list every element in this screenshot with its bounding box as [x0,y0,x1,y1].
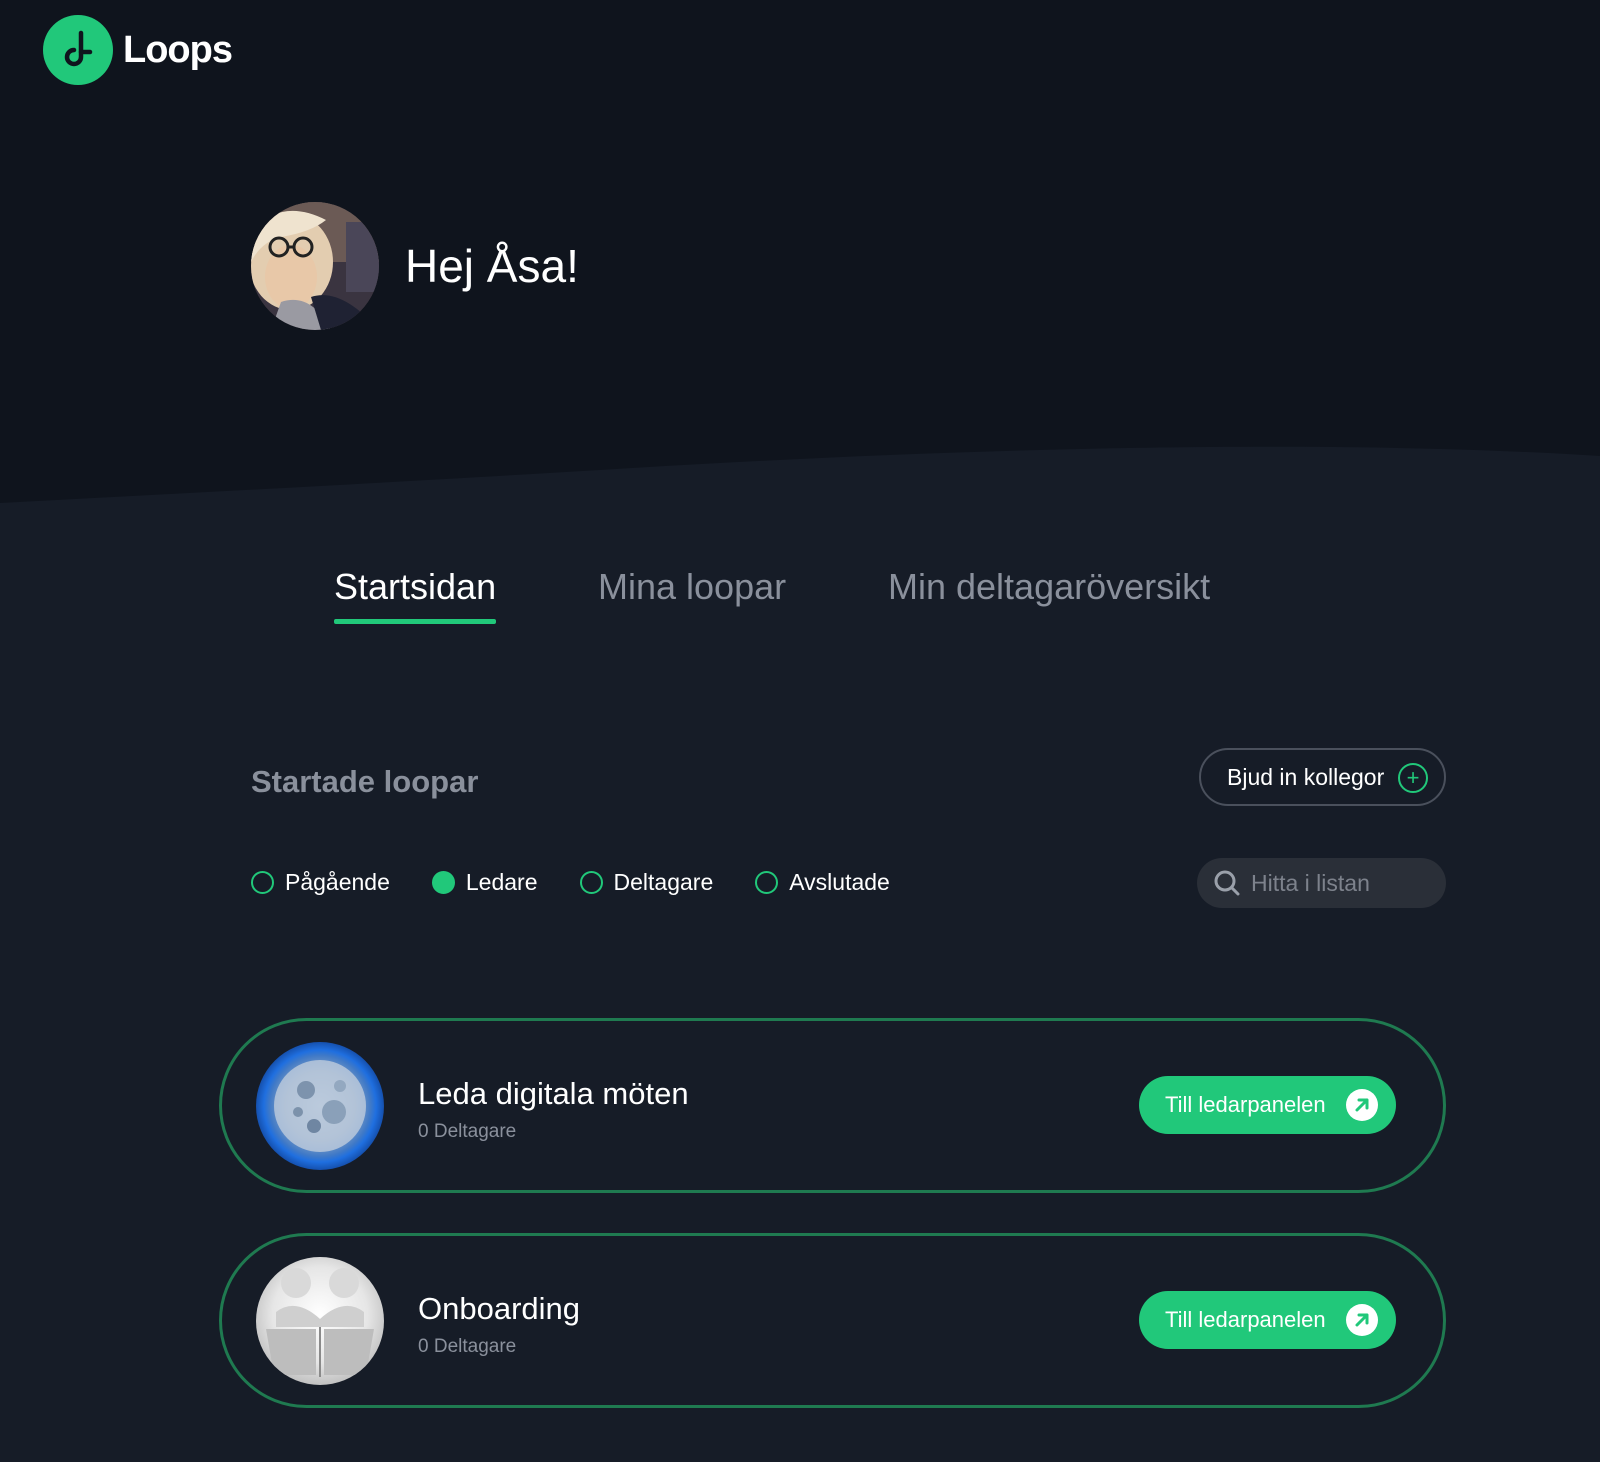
section-title: Startade loopar [251,764,479,799]
greeting-text: Hej Åsa! [405,240,579,292]
app-logo[interactable]: Loops [43,15,233,85]
leader-panel-label: Till ledarpanelen [1165,1092,1326,1117]
loop-card[interactable]: Leda digitala möten 0 Deltagare Till led… [219,1018,1446,1193]
radio-button-checked[interactable] [431,871,455,894]
filter-ledare[interactable]: Ledare [431,869,538,896]
moon-icon [274,1060,366,1152]
loops-logo-icon [43,15,113,85]
radio-button[interactable] [579,871,603,894]
main-tabs: Startsidan Mina loopar Min deltagarövers… [0,566,1600,626]
radio-button[interactable] [755,871,779,894]
search-icon [1214,870,1240,896]
loop-title: Leda digitala möten [418,1076,689,1111]
loop-participants: 0 Deltagare [418,1121,517,1142]
filter-pagaende[interactable]: Pågående [251,869,390,896]
avatar[interactable] [251,202,379,330]
loop-participants: 0 Deltagare [418,1336,517,1357]
leader-panel-button[interactable]: Till ledarpanelen [1139,1291,1396,1349]
tab-startsidan[interactable]: Startsidan [334,566,497,624]
radio-button[interactable] [251,871,274,894]
plus-circle-icon: + [1398,763,1428,793]
leader-panel-button[interactable]: Till ledarpanelen [1139,1076,1396,1134]
filter-label: Avslutade [789,869,890,895]
header-hero: Loops Hej Åsa! [0,0,1600,520]
loop-card[interactable]: Onboarding 0 Deltagare Till ledarpanelen [219,1233,1446,1408]
app-name: Loops [123,28,233,71]
filter-avslutade[interactable]: Avslutade [755,869,890,896]
tab-mina-loopar[interactable]: Mina loopar [598,566,786,608]
search-box[interactable] [1197,858,1446,908]
invite-colleagues-button[interactable]: Bjud in kollegor + [1199,748,1446,806]
filter-deltagare[interactable]: Deltagare [579,869,714,896]
filter-group: Pågående Ledare Deltagare Avslutade [251,869,932,896]
loop-title: Onboarding [418,1291,581,1326]
avatar-photo-icon [251,202,379,330]
filter-label: Deltagare [613,869,714,895]
invite-button-label: Bjud in kollegor [1227,763,1385,790]
hero-background [0,0,1600,503]
arrow-up-right-icon [1346,1089,1378,1121]
filter-label: Ledare [465,869,538,895]
loop-image-moon [256,1042,384,1170]
user-greeting: Hej Åsa! [251,202,579,330]
search-input[interactable] [1251,869,1431,897]
leader-panel-label: Till ledarpanelen [1165,1307,1326,1332]
arrow-up-right-icon [1346,1304,1378,1336]
loop-image-handshake [256,1257,384,1385]
tab-min-deltagaroversikt[interactable]: Min deltagaröversikt [888,566,1210,608]
handshake-icon [266,1268,374,1377]
filter-label: Pågående [285,869,390,895]
